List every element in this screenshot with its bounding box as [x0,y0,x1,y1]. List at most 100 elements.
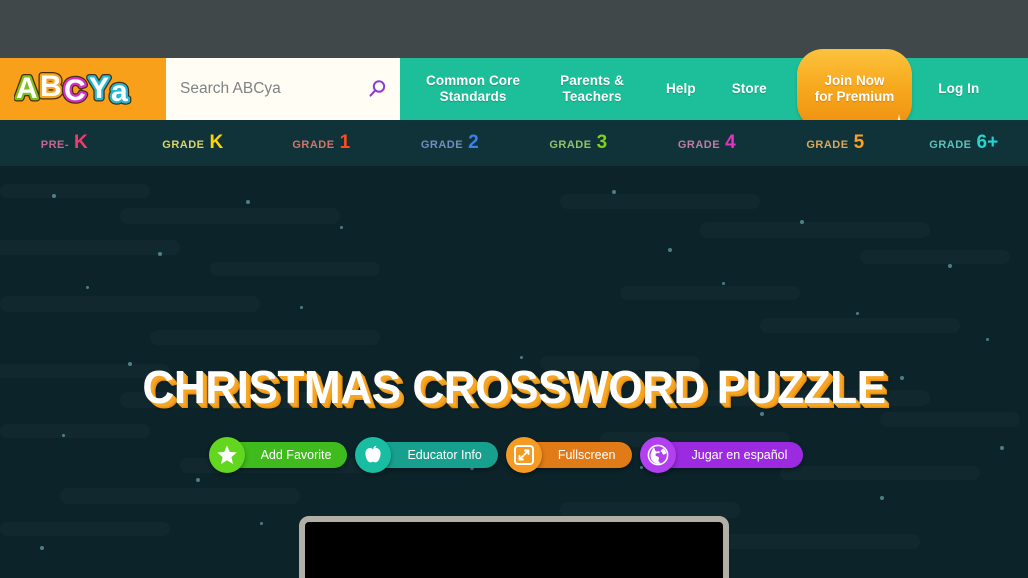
hero-section: CHRISTMAS CROSSWORD PUZZLE Add Favorite … [0,166,1028,578]
grade-word: GRADE [292,139,335,151]
fullscreen-button[interactable]: Fullscreen [505,437,632,473]
grade-item-5[interactable]: GRADE 5 [771,132,900,154]
background-bar [780,466,980,480]
background-bar [0,522,170,536]
grade-number: 6+ [976,132,999,153]
background-bar [860,250,1010,264]
site-header: A A A B B B C C C Y Y Y a a a Search ABC… [0,49,1028,129]
background-star-dot [856,312,859,315]
svg-text:Y: Y [89,72,109,105]
search-bar[interactable] [160,58,400,120]
background-star-dot [612,190,616,194]
background-bar [880,412,1020,427]
svg-text:A: A [16,72,38,105]
background-star-dot [340,226,343,229]
svg-text:a: a [111,75,128,108]
grade-item-6plus[interactable]: GRADE 6+ [900,132,1028,154]
grade-number: 5 [853,132,865,153]
game-action-buttons: Add Favorite Educator Info Fullscreen Ju… [0,437,1028,473]
main-navigation: Common Core Standards Parents & Teachers… [400,49,1028,129]
grade-item-4[interactable]: GRADE 4 [643,132,772,154]
background-bar [0,240,180,255]
background-star-dot [196,478,200,482]
grade-number: 4 [725,132,736,153]
background-star-dot [246,200,250,204]
background-star-dot [62,434,65,437]
background-star-dot [880,496,884,500]
svg-text:B: B [40,70,62,103]
join-now-button[interactable]: Join Now for Premium [796,49,913,129]
background-bar [560,194,760,209]
grade-item-3[interactable]: GRADE 3 [514,132,643,154]
play-in-spanish-button[interactable]: Jugar en español [639,437,804,473]
star-icon [208,437,245,473]
background-star-dot [800,220,804,224]
background-bar [120,208,340,224]
grade-number: 2 [468,132,479,153]
apple-icon-glyph [365,445,382,463]
background-star-dot [52,194,56,198]
educator-info-label: Educator Info [407,448,482,462]
nav-item-help[interactable]: Help [658,77,704,101]
grade-word: PRE- [40,139,70,151]
background-star-dot [300,306,303,309]
globe-icon-glyph [647,444,668,466]
globe-icon [639,437,676,473]
page-title: CHRISTMAS CROSSWORD PUZZLE [142,361,886,413]
abcya-logo[interactable]: A A A B B B C C C Y Y Y a a a [0,58,160,120]
abcya-logo-graphic: A A A B B B C C C Y Y Y a a a [13,67,146,112]
background-bar [0,184,150,198]
background-bar [150,330,380,345]
fullscreen-label: Fullscreen [557,448,616,462]
background-bar [760,318,960,333]
grade-item-k[interactable]: GRADE K [129,132,258,154]
background-star-dot [260,522,263,525]
search-icon-glyph [369,80,386,97]
search-icon[interactable] [366,78,388,100]
background-bar [210,262,380,276]
grade-number: K [209,132,224,153]
background-bar [700,222,930,238]
background-star-dot [86,286,89,289]
star-icon-glyph [216,445,237,464]
grade-word: GRADE [162,139,205,151]
add-favorite-button[interactable]: Add Favorite [208,437,348,473]
nav-item-store[interactable]: Store [724,77,775,101]
grade-item-pre-k[interactable]: PRE- K [0,132,129,154]
fullscreen-icon [505,437,542,473]
background-star-dot [520,356,523,359]
background-star-dot [668,248,672,252]
nav-item-common-core[interactable]: Common Core Standards [418,69,528,109]
background-star-dot [722,282,725,285]
grade-level-bar: PRE- K GRADE K GRADE 1 GRADE 2 GRADE 3 G… [0,120,1028,166]
background-star-dot [986,338,989,341]
background-star-dot [158,252,162,256]
abcya-logo-svg: A A A B B B C C C Y Y Y a a a [13,67,132,112]
grade-word: GRADE [677,139,721,151]
play-in-spanish-label: Jugar en español [691,448,788,462]
background-bar [620,286,800,300]
educator-info-button[interactable]: Educator Info [355,437,498,473]
background-star-dot [948,264,952,268]
background-bar [700,534,920,549]
grade-item-1[interactable]: GRADE 1 [257,132,386,154]
background-bar [60,488,300,504]
grade-number: 3 [596,132,608,153]
nav-item-log-in[interactable]: Log In [930,77,987,101]
search-input[interactable] [180,74,360,104]
grade-number: K [74,132,88,153]
join-now-label: Join Now for Premium [814,73,895,104]
apple-icon [355,437,392,473]
add-favorite-label: Add Favorite [260,448,332,462]
grade-word: GRADE [420,139,464,151]
game-player-frame[interactable] [299,516,729,578]
background-bar [0,424,150,438]
grade-number: 1 [339,132,351,153]
grade-word: GRADE [549,139,592,151]
background-star-dot [40,546,44,550]
grade-item-2[interactable]: GRADE 2 [386,132,515,154]
svg-text:C: C [64,74,86,107]
nav-item-parents-teachers[interactable]: Parents & Teachers [552,69,632,109]
background-bar [0,296,260,312]
fullscreen-icon-glyph [513,445,534,465]
